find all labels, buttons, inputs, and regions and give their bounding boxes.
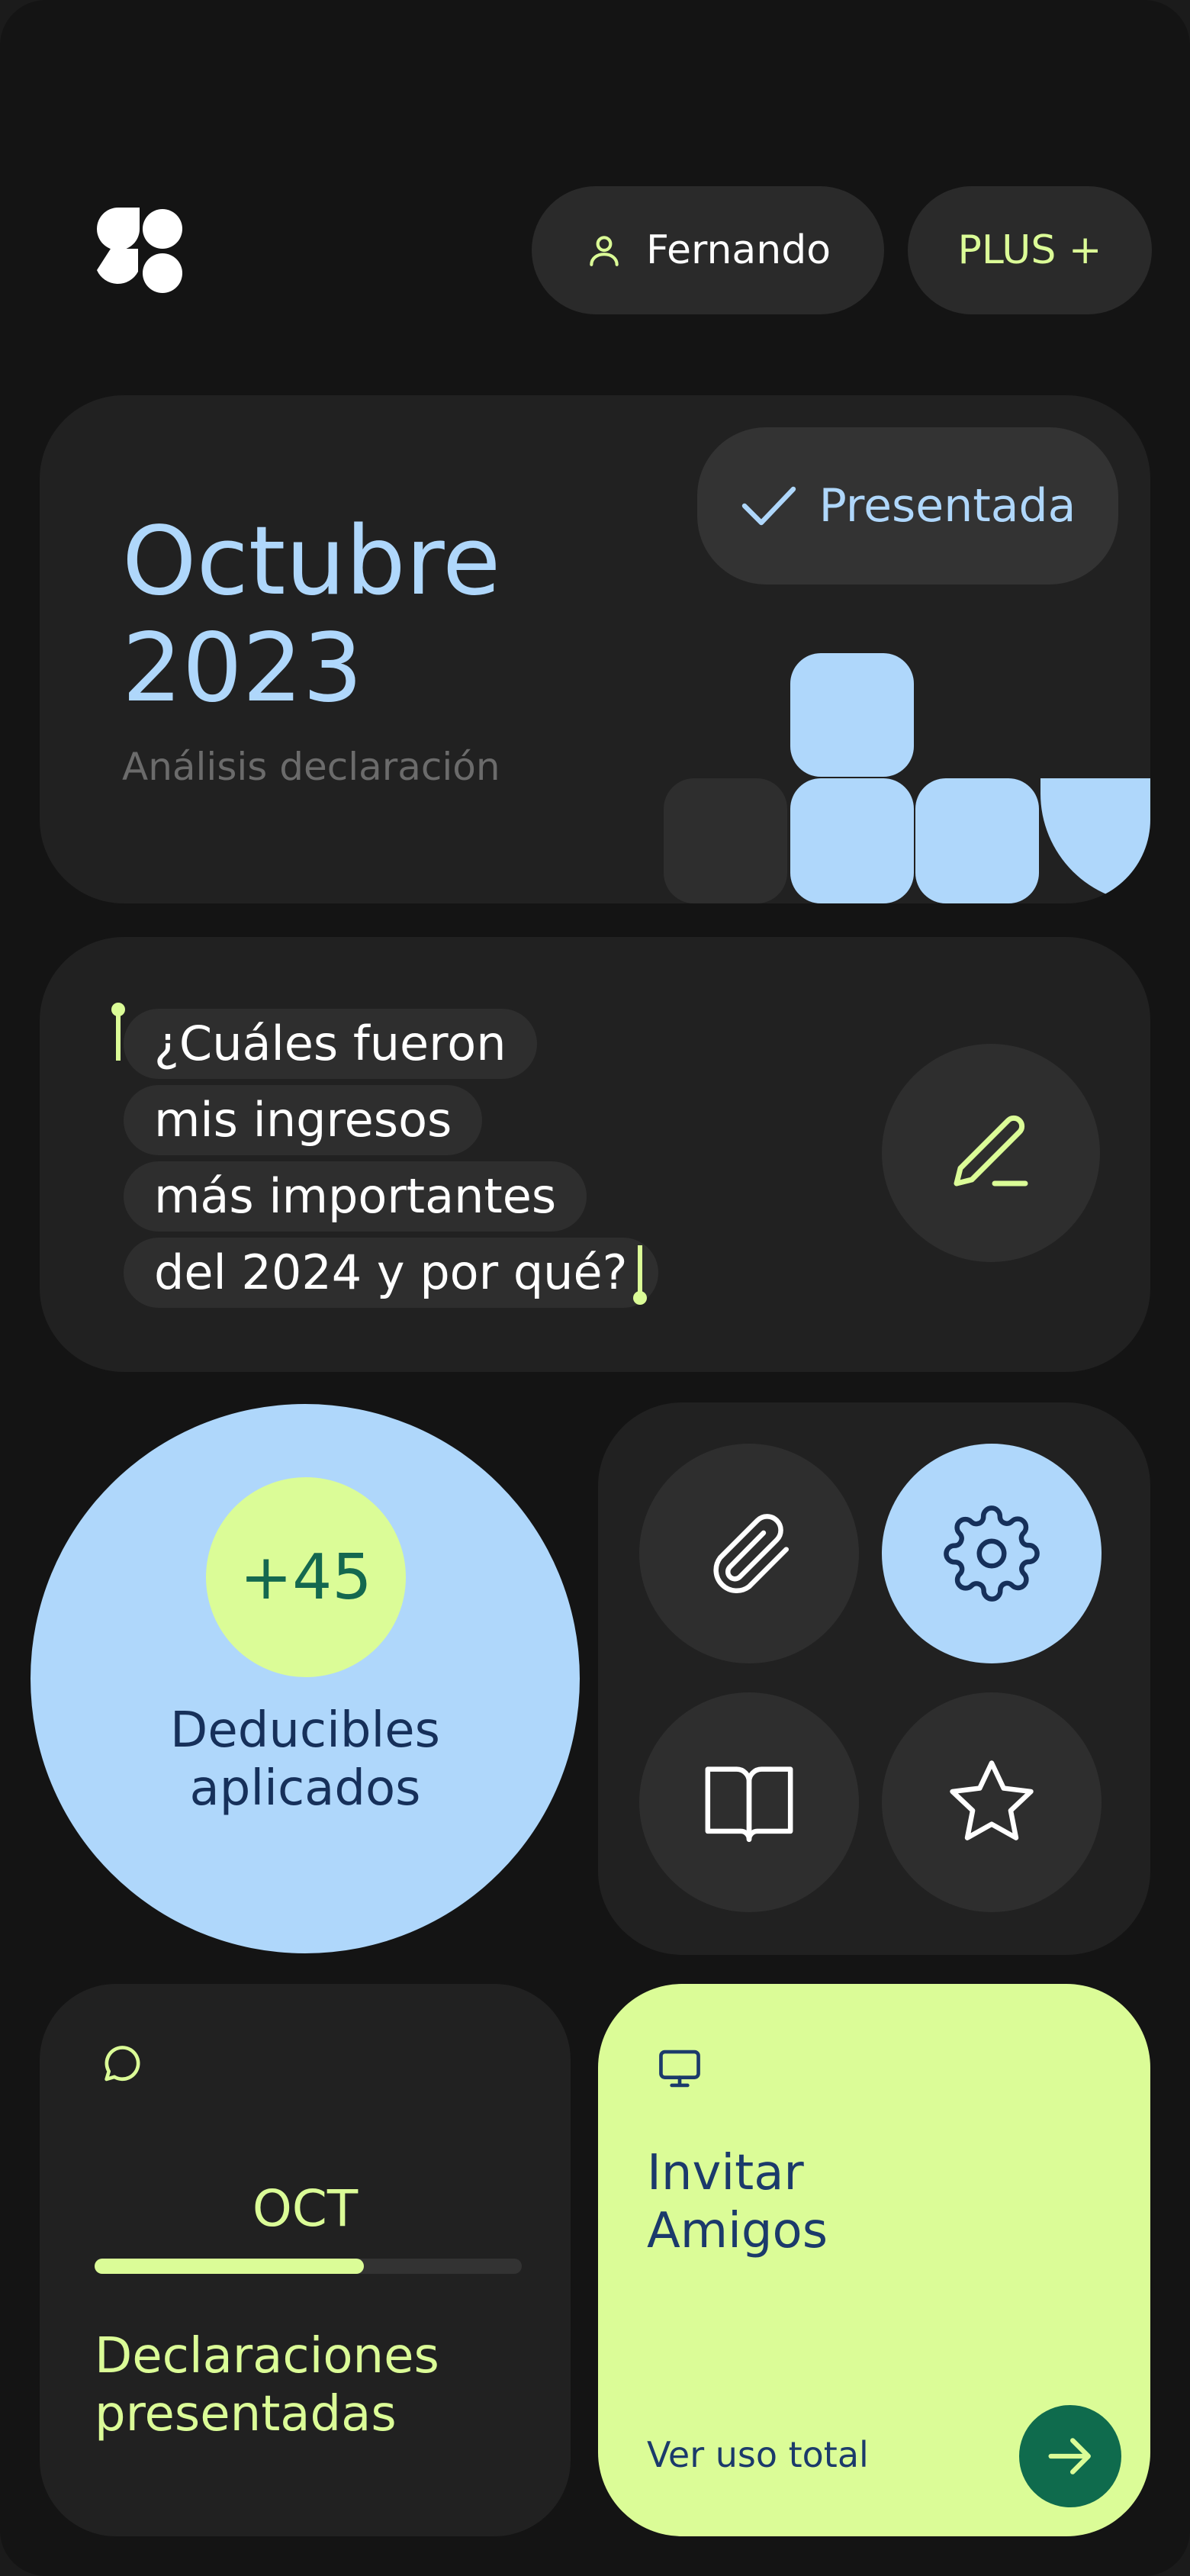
declarations-label-line1: Declaraciones xyxy=(95,2328,439,2384)
decorative-block xyxy=(790,778,914,903)
declarations-progress-fill xyxy=(95,2259,364,2274)
favorites-button[interactable] xyxy=(882,1692,1102,1912)
quick-actions-card xyxy=(598,1402,1150,1955)
gear-icon xyxy=(944,1505,1040,1602)
plan-label: PLUS + xyxy=(957,227,1102,273)
text-cursor-start-dot xyxy=(111,1003,125,1016)
app-logo xyxy=(97,208,182,293)
decorative-block xyxy=(1040,778,1150,903)
invite-arrow-button[interactable] xyxy=(1019,2405,1121,2507)
user-icon xyxy=(590,236,619,266)
view-usage-link[interactable]: Ver uso total xyxy=(647,2434,869,2475)
decorative-block xyxy=(915,778,1039,903)
edit-button[interactable] xyxy=(882,1044,1100,1262)
status-label: Presentada xyxy=(819,479,1076,533)
deductibles-label: Deducibles aplicados xyxy=(31,1702,580,1818)
invite-title: Invitar Amigos xyxy=(647,2144,1074,2260)
arrow-right-icon xyxy=(1048,2438,1091,2475)
attachments-button[interactable] xyxy=(639,1444,859,1663)
status-badge: Presentada xyxy=(697,427,1118,584)
monitor-icon xyxy=(659,2050,700,2088)
question-card[interactable]: ¿Cuáles fueron mis ingresos más importan… xyxy=(40,937,1150,1372)
declarations-label-line2: presentadas xyxy=(95,2386,397,2442)
declarations-label: Declaraciones presentadas xyxy=(95,2327,552,2443)
deductibles-count: +45 xyxy=(240,1541,372,1614)
app-screen: Fernando PLUS + Octubre 2023 Análisis de… xyxy=(0,0,1190,2576)
declarations-card[interactable]: OCT Declaraciones presentadas xyxy=(40,1984,571,2536)
decorative-block xyxy=(790,653,914,777)
text-cursor-end-dot xyxy=(633,1291,647,1305)
report-card[interactable]: Octubre 2023 Análisis declaración Presen… xyxy=(40,395,1150,903)
declarations-progress-track xyxy=(95,2259,522,2274)
declarations-month: OCT xyxy=(252,2179,359,2238)
deductibles-label-line1: Deducibles xyxy=(170,1702,440,1759)
plus-plan-button[interactable]: PLUS + xyxy=(908,186,1152,314)
deductibles-card[interactable]: +45 Deducibles aplicados xyxy=(31,1404,580,1953)
book-icon xyxy=(705,1766,793,1842)
decorative-block xyxy=(664,778,787,903)
user-profile-button[interactable]: Fernando xyxy=(532,186,884,314)
settings-button[interactable] xyxy=(882,1444,1102,1663)
invite-friends-card[interactable]: Invitar Amigos Ver uso total xyxy=(598,1984,1150,2536)
invite-title-line1: Invitar xyxy=(647,2145,804,2201)
question-line: ¿Cuáles fueron xyxy=(124,1009,537,1079)
star-icon xyxy=(950,1760,1034,1840)
deductibles-count-badge: +45 xyxy=(206,1477,406,1677)
invite-title-line2: Amigos xyxy=(647,2203,828,2259)
user-name: Fernando xyxy=(645,227,831,273)
library-button[interactable] xyxy=(639,1692,859,1912)
pencil-icon xyxy=(954,1115,1028,1187)
deductibles-label-line2: aplicados xyxy=(189,1760,421,1817)
question-line: mis ingresos xyxy=(124,1085,483,1155)
report-year: 2023 xyxy=(122,613,363,723)
paperclip-icon xyxy=(713,1514,789,1593)
chat-icon xyxy=(105,2046,140,2082)
question-line: del 2024 y por qué? xyxy=(124,1238,658,1308)
question-line: más importantes xyxy=(124,1161,587,1232)
check-icon xyxy=(741,486,796,526)
report-month: Octubre xyxy=(122,507,501,617)
report-subtitle: Análisis declaración xyxy=(122,745,500,789)
report-period: Octubre 2023 xyxy=(122,508,500,722)
